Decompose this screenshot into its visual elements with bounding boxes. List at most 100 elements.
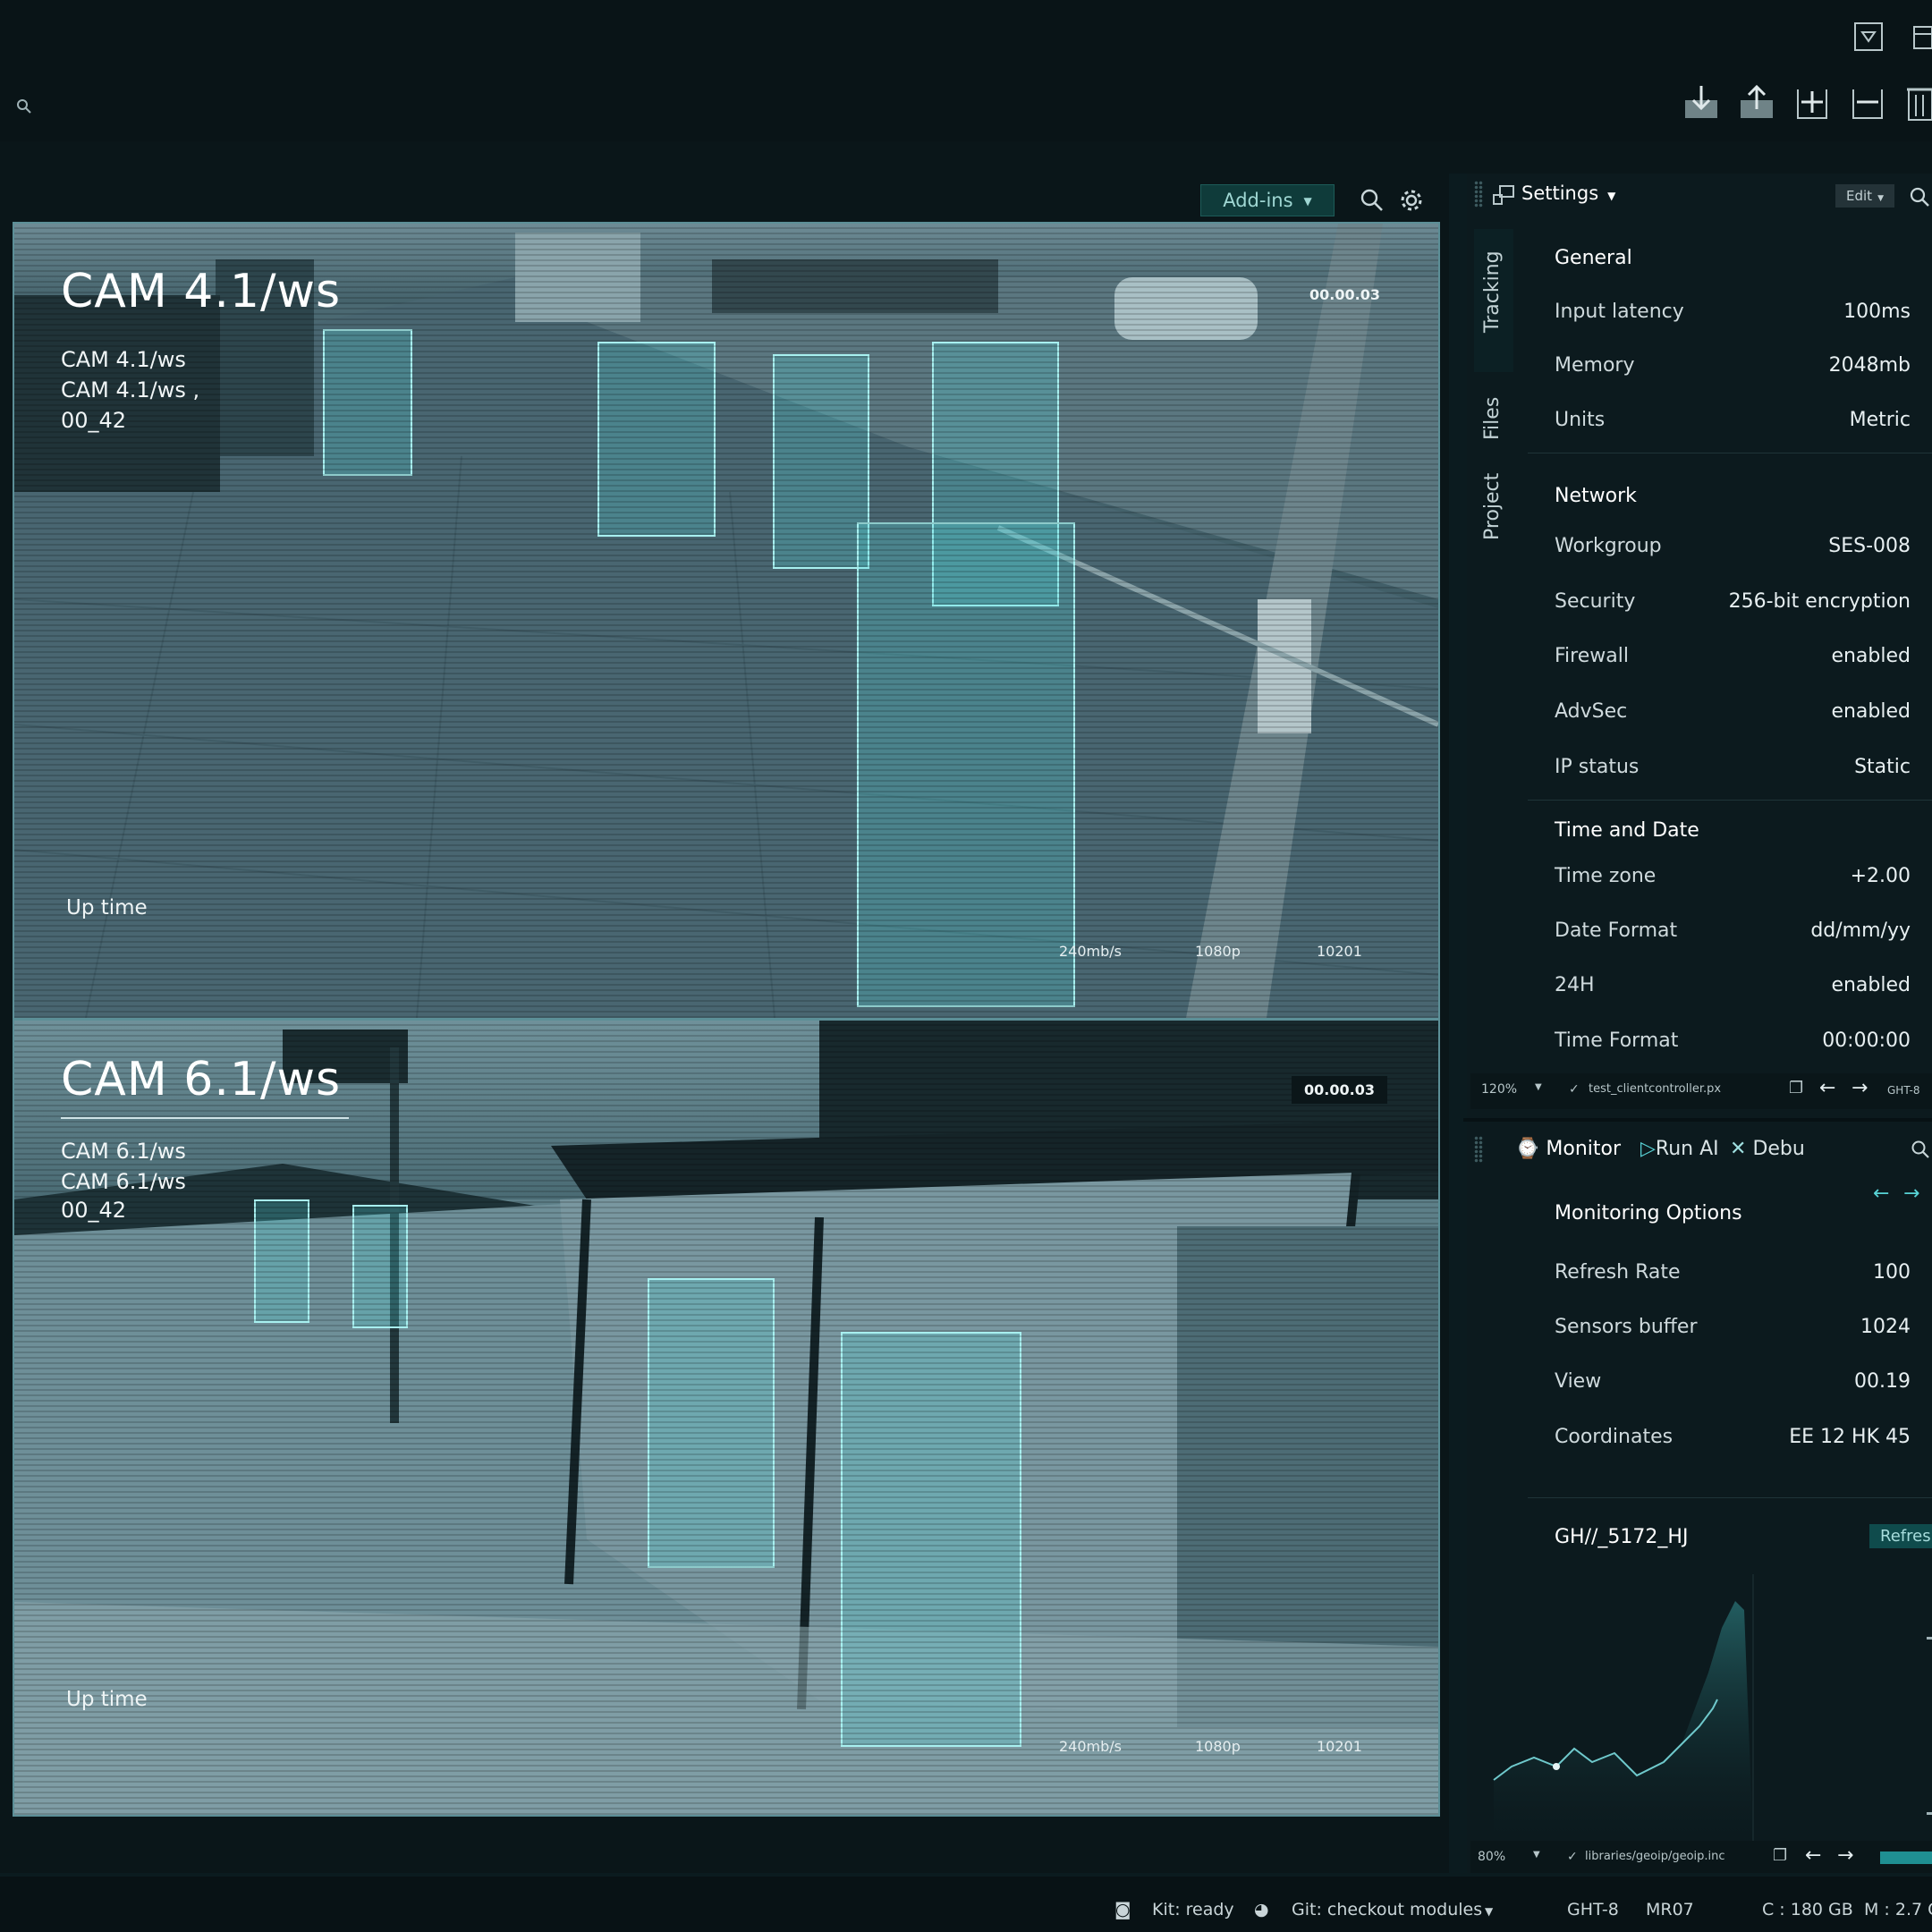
monitor-label: Coordinates	[1555, 1426, 1674, 1448]
scanline-overlay	[14, 1021, 1438, 1815]
camera-title: CAM 6.1/ws	[61, 1053, 342, 1106]
status-bar	[0, 1877, 1932, 1932]
mr-status[interactable]: MR07	[1646, 1900, 1694, 1919]
camera-title-underline	[61, 1117, 349, 1119]
caret-down-icon: ▼	[1303, 195, 1312, 208]
setting-label: AdvSec	[1555, 700, 1628, 723]
tab-tracking[interactable]: Tracking	[1481, 250, 1517, 355]
search-icon[interactable]	[14, 97, 34, 116]
setting-label: Security	[1555, 590, 1636, 613]
copy-icon[interactable]: ❐	[1789, 1079, 1803, 1097]
zoom-level[interactable]: 80%	[1478, 1850, 1505, 1864]
monitor-label: Refresh Rate	[1555, 1261, 1681, 1284]
settings-title[interactable]: Settings ▼	[1521, 182, 1615, 204]
memory-status: M : 2.7 G	[1864, 1900, 1932, 1919]
graph-title: GH//_5172_HJ	[1555, 1526, 1689, 1548]
arrow-left-icon[interactable]: ←	[1819, 1077, 1835, 1099]
gear-icon[interactable]	[1399, 188, 1424, 213]
branch-status[interactable]: GHT-8	[1567, 1900, 1619, 1919]
setting-value[interactable]: SES-008	[1828, 535, 1911, 557]
camera-title: CAM 4.1/ws	[61, 265, 342, 318]
setting-label: Units	[1555, 409, 1606, 431]
drag-handle-icon[interactable]	[1474, 181, 1483, 208]
scanline-overlay	[14, 224, 1438, 1018]
setting-value[interactable]: Static	[1854, 756, 1911, 778]
setting-value[interactable]: 00:00:00	[1822, 1030, 1911, 1052]
arrow-right-icon[interactable]: →	[1903, 1182, 1919, 1205]
drag-handle-icon[interactable]	[1474, 1136, 1483, 1163]
disk-status: C : 180 GB	[1762, 1900, 1853, 1919]
monitor-value[interactable]: 00.19	[1854, 1370, 1911, 1393]
add-icon[interactable]	[1792, 82, 1832, 122]
setting-value[interactable]: enabled	[1831, 974, 1911, 996]
setting-value[interactable]: +2.00	[1851, 865, 1911, 887]
uptime-label: Up time	[66, 1688, 148, 1711]
dropdown-box-icon[interactable]	[1853, 21, 1884, 52]
settings-panel-icon	[1493, 185, 1514, 205]
window-icon[interactable]	[1911, 21, 1932, 52]
setting-label: Time Format	[1555, 1030, 1679, 1052]
toolbar-separator	[0, 141, 1932, 174]
addins-button[interactable]: Add-ins ▼	[1200, 184, 1335, 216]
setting-label: Firewall	[1555, 645, 1629, 667]
search-icon[interactable]	[1909, 186, 1930, 208]
addins-label: Add-ins	[1223, 190, 1293, 211]
setting-label: 24H	[1555, 974, 1595, 996]
setting-value[interactable]: 256-bit encryption	[1729, 590, 1911, 613]
play-icon: ▷	[1640, 1138, 1656, 1160]
upload-icon[interactable]	[1737, 82, 1776, 122]
monitor-value[interactable]: EE 12 HK 45	[1789, 1426, 1911, 1448]
progress-bar	[1880, 1852, 1932, 1864]
setting-value[interactable]: 100ms	[1843, 301, 1911, 323]
camera-feed-2[interactable]: CAM 6.1/ws CAM 6.1/ws CAM 6.1/ws 00_42 U…	[13, 1019, 1440, 1817]
caret-down-icon[interactable]: ▼	[1533, 1850, 1540, 1860]
search-icon[interactable]	[1911, 1140, 1930, 1159]
section-heading-general: General	[1555, 247, 1632, 269]
setting-value[interactable]: enabled	[1831, 645, 1911, 667]
panel-splitter[interactable]	[1463, 1118, 1932, 1122]
tab-debug[interactable]: ✕ Debu	[1730, 1138, 1805, 1160]
search-icon[interactable]	[1360, 188, 1385, 213]
arrow-left-icon[interactable]: ←	[1805, 1844, 1821, 1867]
setting-value[interactable]: enabled	[1831, 700, 1911, 723]
tab-project[interactable]: Project	[1481, 473, 1517, 563]
kit-status[interactable]: Kit: ready	[1152, 1900, 1234, 1919]
close-icon: ✕	[1730, 1138, 1747, 1160]
file-path[interactable]: test_clientcontroller.px	[1589, 1082, 1721, 1096]
graph-point	[1553, 1763, 1560, 1770]
monitor-value[interactable]: 1024	[1860, 1316, 1911, 1338]
tab-run-ai[interactable]: ▷Run AI	[1640, 1138, 1719, 1160]
monitor-label: Sensors buffer	[1555, 1316, 1698, 1338]
refresh-button[interactable]: Refresh	[1869, 1524, 1932, 1548]
copy-icon[interactable]: ❐	[1773, 1846, 1787, 1865]
trash-icon[interactable]	[1905, 82, 1932, 122]
git-icon: ◕	[1254, 1900, 1269, 1919]
setting-value[interactable]: dd/mm/yy	[1810, 919, 1911, 942]
download-icon[interactable]	[1682, 82, 1721, 122]
caret-down-icon: ▼	[1877, 194, 1884, 203]
arrow-left-icon[interactable]: ←	[1873, 1182, 1889, 1205]
tab-files[interactable]: Files	[1481, 397, 1517, 462]
caret-down-icon[interactable]: ▼	[1535, 1082, 1542, 1092]
check-icon: ✓	[1567, 1850, 1578, 1864]
camera-feed-1[interactable]: CAM 4.1/ws CAM 4.1/ws CAM 4.1/ws , 00_42…	[13, 222, 1440, 1020]
caret-down-icon[interactable]: ▼	[1485, 1905, 1493, 1918]
setting-label: Input latency	[1555, 301, 1684, 323]
tab-monitor-label: Monitor	[1546, 1138, 1622, 1160]
camera-info-line: 00_42	[61, 1198, 127, 1223]
setting-value[interactable]: 2048mb	[1829, 354, 1911, 377]
section-divider	[1528, 1497, 1932, 1498]
remove-icon[interactable]	[1848, 82, 1887, 122]
arrow-right-icon[interactable]: →	[1852, 1077, 1868, 1099]
tab-monitor[interactable]: ⌚ Monitor	[1515, 1138, 1621, 1160]
git-status[interactable]: Git: checkout modules	[1292, 1900, 1482, 1919]
monitor-value[interactable]: 100	[1873, 1261, 1911, 1284]
top-toolbar	[0, 0, 1932, 141]
arrow-right-icon[interactable]: →	[1837, 1844, 1853, 1867]
file-path[interactable]: libraries/geoip/geoip.inc	[1585, 1850, 1725, 1863]
zoom-level[interactable]: 120%	[1481, 1082, 1517, 1097]
camera-resolution: 1080p	[1195, 943, 1241, 960]
setting-value[interactable]: Metric	[1850, 409, 1911, 431]
edit-button[interactable]: Edit ▼	[1835, 184, 1894, 208]
record-icon: ◙	[1114, 1900, 1131, 1919]
